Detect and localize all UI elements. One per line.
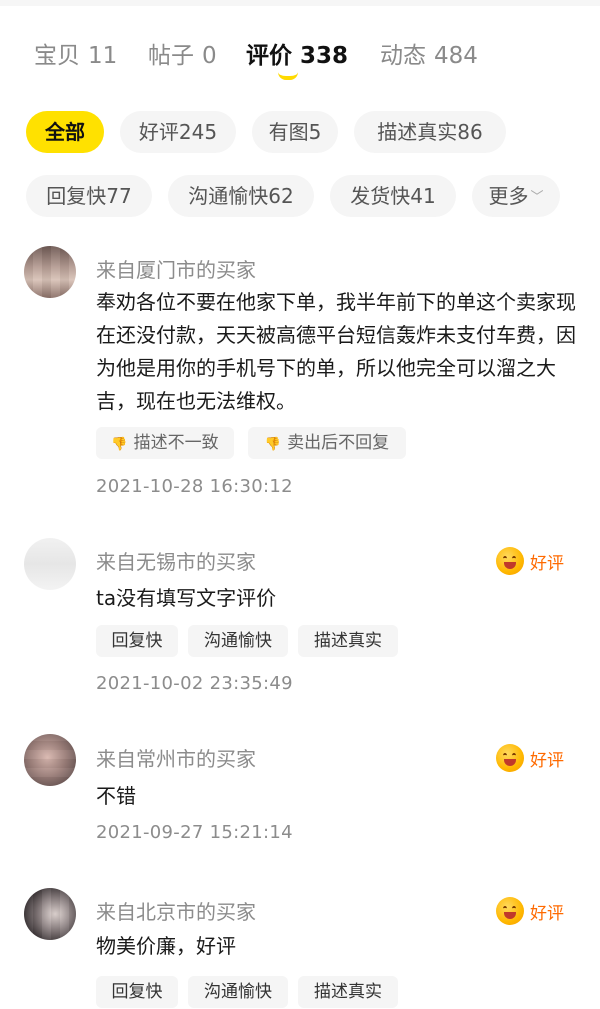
tab-count: 484 (434, 43, 478, 69)
positive-review-badge: 好评 (496, 743, 564, 773)
tab-bar: 宝贝 11 帖子 0 评价 338 动态 484 (0, 30, 600, 80)
tab-count: 338 (300, 43, 349, 69)
avatar[interactable] (24, 538, 76, 590)
review-tag: 描述真实 (298, 976, 398, 1008)
top-divider (0, 0, 600, 6)
review-tag: 👎 卖出后不回复 (248, 427, 406, 459)
tab-count: 11 (88, 43, 118, 69)
buyer-location: 来自北京市的买家 (96, 900, 256, 924)
tag-label: 描述不一致 (133, 433, 219, 453)
review-tag: 沟通愉快 (188, 976, 288, 1008)
review-text: 奉劝各位不要在他家下单，我半年前下的单这个卖家现在还没付款，天天被高德平台短信轰… (96, 290, 576, 413)
smiley-face-icon (496, 897, 524, 925)
badge-label: 好评 (530, 750, 564, 771)
smiley-face-icon (496, 744, 524, 772)
filter-accurate-description[interactable]: 描述真实86 (354, 111, 506, 153)
tab-activity[interactable]: 动态 484 (380, 36, 478, 70)
avatar[interactable] (24, 734, 76, 786)
review-tag: 沟通愉快 (188, 625, 288, 657)
filter-fast-shipping[interactable]: 发货快41 (330, 175, 456, 217)
tab-items[interactable]: 宝贝 11 (34, 36, 117, 70)
avatar[interactable] (24, 888, 76, 940)
tab-label: 动态 (380, 43, 426, 69)
badge-label: 好评 (530, 903, 564, 924)
review-tag: 回复快 (96, 976, 178, 1008)
review-text: ta没有填写文字评价 (96, 586, 277, 610)
tab-label: 宝贝 (34, 43, 80, 69)
review-tag: 回复快 (96, 625, 178, 657)
positive-review-badge: 好评 (496, 896, 564, 926)
filter-pleasant-communication[interactable]: 沟通愉快62 (168, 175, 314, 217)
tab-label: 评价 (246, 43, 292, 69)
review-date: 2021-10-28 16:30:12 (96, 476, 293, 497)
thumbs-down-icon: 👎 (264, 437, 282, 452)
tab-posts[interactable]: 帖子 0 (148, 36, 217, 70)
review-date: 2021-09-27 15:21:14 (96, 822, 293, 843)
positive-review-badge: 好评 (496, 546, 564, 576)
tab-label: 帖子 (148, 43, 194, 69)
review-tag: 描述真实 (298, 625, 398, 657)
avatar[interactable] (24, 246, 76, 298)
filter-more-button[interactable]: 更多 ﹀ (472, 175, 560, 217)
active-tab-indicator (278, 72, 298, 80)
buyer-location: 来自厦门市的买家 (96, 258, 256, 282)
review-tag: 👎 描述不一致 (96, 427, 234, 459)
filter-more-label: 更多 (488, 184, 529, 208)
chevron-down-icon: ﹀ (530, 190, 544, 205)
filter-quick-reply[interactable]: 回复快77 (26, 175, 152, 217)
review-text: 不错 (96, 784, 136, 808)
smiley-face-icon (496, 547, 524, 575)
review-text: 物美价廉，好评 (96, 934, 236, 958)
tab-count: 0 (202, 43, 217, 69)
buyer-location: 来自无锡市的买家 (96, 550, 256, 574)
tag-label: 卖出后不回复 (287, 433, 390, 453)
thumbs-down-icon: 👎 (111, 437, 128, 452)
badge-label: 好评 (530, 553, 564, 574)
review-date: 2021-10-02 23:35:49 (96, 673, 293, 694)
tab-reviews[interactable]: 评价 338 (246, 36, 348, 70)
filter-positive[interactable]: 好评245 (120, 111, 236, 153)
filter-all[interactable]: 全部 (26, 111, 104, 153)
filter-with-photos[interactable]: 有图5 (252, 111, 338, 153)
buyer-location: 来自常州市的买家 (96, 747, 256, 771)
